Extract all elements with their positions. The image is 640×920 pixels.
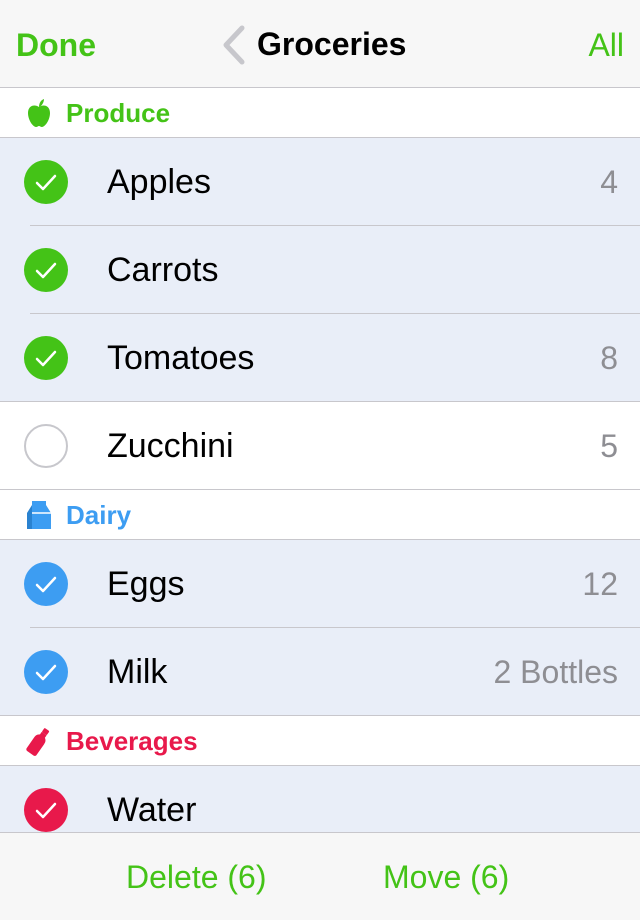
list-item-apples[interactable]: Apples 4 [0,138,640,226]
unchecked-circle-icon[interactable] [24,424,68,468]
item-name: Apples [107,163,211,201]
checked-circle-icon[interactable] [24,160,68,204]
section-header-dairy: Dairy [0,490,640,540]
section-label-dairy: Dairy [66,500,132,530]
item-name: Milk [107,653,168,691]
page-title: Groceries [257,26,407,62]
item-name: Tomatoes [107,339,255,377]
checked-circle-icon[interactable] [24,248,68,292]
section-label-beverages: Beverages [66,726,198,756]
list-item-eggs[interactable]: Eggs 12 [0,540,640,628]
back-chevron-icon[interactable] [218,24,250,66]
section-header-beverages: Beverages [0,716,640,766]
checked-circle-icon[interactable] [24,650,68,694]
item-quantity: 4 [600,164,618,200]
item-name: Carrots [107,251,219,289]
list-item-zucchini[interactable]: Zucchini 5 [0,402,640,490]
item-quantity: 8 [600,340,618,376]
list-item-tomatoes[interactable]: Tomatoes 8 [0,314,640,402]
checked-circle-icon[interactable] [24,336,68,380]
bottom-toolbar: Delete (6) Move (6) [0,832,640,920]
item-name: Zucchini [107,427,234,465]
checked-circle-icon[interactable] [24,562,68,606]
item-name: Water [107,791,197,829]
item-quantity: 5 [600,428,618,464]
item-name: Eggs [107,565,185,603]
item-quantity: 2 Bottles [493,654,618,690]
all-button[interactable]: All [588,26,624,64]
done-button[interactable]: Done [16,26,96,64]
milk-carton-icon [24,500,54,530]
navigation-bar: Done Groceries All [0,0,640,88]
section-label-produce: Produce [66,98,171,128]
section-header-produce: Produce [0,88,640,138]
item-quantity: 12 [582,566,618,602]
delete-button[interactable]: Delete (6) [126,857,267,897]
list-item-carrots[interactable]: Carrots [0,226,640,314]
move-button[interactable]: Move (6) [383,857,509,897]
checked-circle-icon[interactable] [24,788,68,832]
apple-icon [24,98,54,128]
list-item-milk[interactable]: Milk 2 Bottles [0,628,640,716]
bottle-icon [24,726,54,756]
